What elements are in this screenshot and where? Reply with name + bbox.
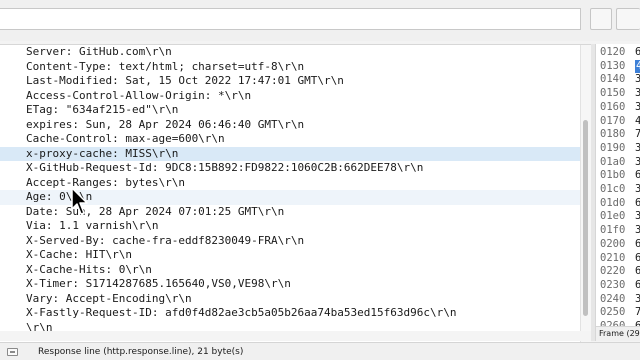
byte-row[interactable]: 0130 4: [600, 59, 640, 74]
details-scroll-thumb[interactable]: [583, 120, 588, 316]
byte-row[interactable]: 0210 6: [600, 251, 640, 266]
detail-line[interactable]: ETag: "634af215-ed"\r\n: [0, 103, 580, 118]
byte-offset: 0130: [600, 59, 626, 72]
detail-line[interactable]: X-Timer: S1714287685.165640,VS0,VE98\r\n: [0, 277, 580, 292]
byte-hex-value[interactable]: 3: [635, 293, 640, 307]
detail-line[interactable]: X-Cache: HIT\r\n: [0, 248, 580, 263]
byte-hex-value[interactable]: 4: [635, 115, 640, 129]
byte-hex-value[interactable]: 6: [635, 46, 640, 60]
toolbar-button[interactable]: [590, 8, 612, 30]
byte-hex-value[interactable]: 3: [635, 224, 640, 238]
byte-hex-value[interactable]: 7: [635, 306, 640, 320]
detail-line[interactable]: x-proxy-cache: MISS\r\n: [0, 146, 580, 161]
packet-bytes-pane[interactable]: 0260602507024030230602206021060200601f03…: [595, 44, 640, 341]
byte-offset: 0160: [600, 100, 626, 113]
byte-row[interactable]: 0200 6: [600, 237, 640, 252]
detail-line[interactable]: Access-Control-Allow-Origin: *\r\n: [0, 89, 580, 104]
status-bar: Response line (http.response.line), 21 b…: [0, 342, 640, 360]
byte-hex-value[interactable]: 3: [635, 87, 640, 101]
byte-hex-value[interactable]: 6: [635, 197, 640, 211]
byte-hex-value[interactable]: 6: [635, 252, 640, 266]
byte-row[interactable]: 0180 7: [600, 128, 640, 142]
byte-offset: 01b0: [600, 169, 626, 182]
byte-offset: 0250: [600, 306, 626, 319]
expert-info-icon[interactable]: [7, 348, 18, 356]
details-horizontal-scrollbar[interactable]: [0, 331, 591, 341]
byte-row[interactable]: 01f0 3: [600, 224, 640, 238]
byte-hex-value[interactable]: 6: [635, 238, 640, 252]
byte-offset: 0170: [600, 114, 626, 127]
byte-row[interactable]: 01b0 6: [600, 169, 640, 183]
byte-offset: 0200: [600, 237, 626, 250]
display-filter-input[interactable]: [0, 8, 581, 30]
detail-line[interactable]: X-GitHub-Request-Id: 9DC8:15B892:FD9822:…: [0, 161, 580, 176]
byte-offset: 0210: [600, 251, 626, 264]
byte-row[interactable]: 0120 6: [600, 46, 640, 60]
byte-row[interactable]: 0240 3: [600, 292, 640, 307]
byte-hex-value[interactable]: 3: [635, 156, 640, 170]
byte-offset: 0190: [600, 141, 626, 154]
detail-line[interactable]: Content-Type: text/html; charset=utf-8\r…: [0, 60, 580, 75]
byte-row[interactable]: 0220 6: [600, 265, 640, 279]
mouse-pointer-icon: [71, 187, 88, 215]
byte-hex-value[interactable]: 6: [635, 279, 640, 293]
byte-hex-value[interactable]: 3: [635, 101, 640, 115]
detail-line[interactable]: X-Served-By: cache-fra-eddf8230049-FRA\r…: [0, 234, 580, 249]
byte-row[interactable]: 01c0 3: [600, 183, 640, 197]
byte-row[interactable]: 01a0 3: [600, 155, 640, 170]
byte-offset: 0140: [600, 73, 626, 86]
byte-offset: 0230: [600, 278, 626, 291]
byte-hex-value[interactable]: 3: [635, 73, 640, 87]
byte-row[interactable]: 0150 3: [600, 87, 640, 101]
byte-row[interactable]: 0250 7: [600, 306, 640, 320]
byte-row[interactable]: 0140 3: [600, 73, 640, 87]
detail-line[interactable]: X-Cache-Hits: 0\r\n: [0, 263, 580, 278]
byte-hex-value[interactable]: 3: [635, 183, 640, 197]
byte-row[interactable]: 0170 4: [600, 114, 640, 129]
toolbar: [0, 0, 640, 41]
byte-hex-value[interactable]: 4: [635, 59, 640, 74]
detail-line[interactable]: expires: Sun, 28 Apr 2024 06:46:40 GMT\r…: [0, 118, 580, 133]
byte-offset: 01c0: [600, 183, 626, 195]
wireshark-window: \r\n X-Fastly-Request-ID: afd0f4d82ae3cb5…: [0, 0, 640, 360]
byte-offset: 0220: [600, 265, 626, 278]
byte-offset: 01a0: [600, 155, 626, 168]
byte-offset: 01e0: [600, 210, 626, 223]
status-text: Response line (http.response.line), 21 b…: [38, 347, 244, 357]
bytes-pane-frame-tab[interactable]: Frame (291 b: [596, 326, 640, 341]
byte-row[interactable]: 0160 3: [600, 100, 640, 115]
detail-line[interactable]: Via: 1.1 varnish\r\n: [0, 219, 580, 234]
byte-row[interactable]: 01d0 6: [600, 196, 640, 211]
byte-offset: 0120: [600, 46, 626, 58]
byte-row[interactable]: 0190 3: [600, 141, 640, 156]
toolbar-button[interactable]: [616, 8, 640, 30]
byte-hex-value[interactable]: 3: [635, 210, 640, 224]
byte-offset: 01d0: [600, 196, 626, 209]
byte-hex-value[interactable]: 7: [635, 128, 640, 142]
details-vertical-scrollbar[interactable]: [580, 45, 591, 342]
byte-hex-value[interactable]: 3: [635, 142, 640, 156]
byte-hex-value[interactable]: 6: [635, 265, 640, 279]
byte-row[interactable]: 0230 6: [600, 278, 640, 293]
detail-line[interactable]: Server: GitHub.com\r\n: [0, 45, 580, 60]
byte-row[interactable]: 01e0 3: [600, 210, 640, 224]
byte-offset: 01f0: [600, 224, 626, 237]
detail-line[interactable]: X-Fastly-Request-ID: afd0f4d82ae3cb5a05b…: [0, 306, 580, 321]
byte-offset: 0240: [600, 292, 626, 305]
detail-line[interactable]: Last-Modified: Sat, 15 Oct 2022 17:47:01…: [0, 74, 580, 89]
detail-line[interactable]: Cache-Control: max-age=600\r\n: [0, 132, 580, 147]
byte-offset: 0180: [600, 128, 626, 141]
byte-offset: 0150: [600, 87, 626, 100]
detail-line[interactable]: Vary: Accept-Encoding\r\n: [0, 292, 580, 307]
byte-hex-value[interactable]: 6: [635, 169, 640, 183]
